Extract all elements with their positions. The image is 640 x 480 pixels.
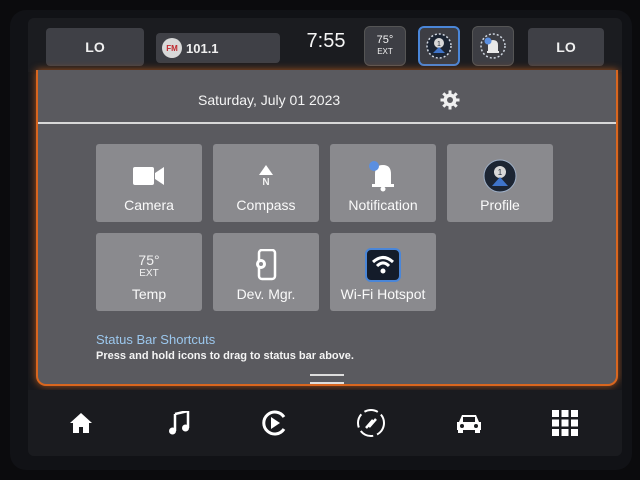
bell-icon (480, 33, 506, 59)
driver-temp-button[interactable]: LO (46, 28, 144, 66)
status-bar: LO FM 101.1 7:55 75° EXT 1 LO (28, 18, 622, 72)
sirius-icon (357, 409, 385, 437)
status-shortcut-notification[interactable] (472, 26, 514, 66)
svg-text:1: 1 (437, 41, 441, 48)
bottom-nav-bar (28, 390, 622, 456)
nav-apps[interactable] (548, 406, 582, 440)
status-bar-shortcuts-title: Status Bar Shortcuts (96, 332, 216, 347)
tile-label: Profile (480, 197, 520, 213)
nav-sirius[interactable] (354, 406, 388, 440)
tile-label: Dev. Mgr. (236, 286, 296, 302)
media-play-icon (262, 410, 286, 436)
status-shortcut-ext-temp[interactable]: 75° EXT (364, 26, 406, 66)
vehicle-icon (457, 415, 481, 433)
svg-text:1: 1 (498, 168, 503, 177)
tile-compass[interactable]: N Compass (213, 144, 319, 222)
controls-panel: Saturday, July 01 2023 Camera N Compass … (36, 70, 618, 386)
profile-icon: 1 (483, 159, 517, 193)
tile-camera[interactable]: Camera (96, 144, 202, 222)
tile-notification[interactable]: Notification (330, 144, 436, 222)
apps-grid-icon (552, 410, 578, 436)
compass-heading: N (262, 176, 270, 188)
nav-vehicle[interactable] (452, 406, 486, 440)
settings-gear-icon[interactable] (440, 90, 460, 110)
nav-home[interactable] (64, 406, 98, 440)
display-screen: LO FM 101.1 7:55 75° EXT 1 LO Saturday, … (28, 18, 622, 456)
tile-wifi-hotspot[interactable]: Wi-Fi Hotspot (330, 233, 436, 311)
bell-icon (369, 161, 394, 192)
radio-frequency: 101.1 (186, 40, 219, 56)
tile-label: Notification (348, 197, 418, 213)
tile-label: Compass (236, 197, 296, 213)
ext-temp-readout: 75° EXT (377, 35, 394, 57)
nav-music[interactable] (162, 406, 196, 440)
tile-device-manager[interactable]: Dev. Mgr. (213, 233, 319, 311)
panel-drag-handle[interactable] (310, 374, 344, 384)
passenger-temp-button[interactable]: LO (528, 28, 604, 66)
camera-icon (133, 167, 164, 185)
tile-temp[interactable]: 75° EXT Temp (96, 233, 202, 311)
tile-label: Wi-Fi Hotspot (340, 286, 426, 302)
ext-temp-label: EXT (377, 47, 393, 56)
compass-icon (259, 164, 273, 175)
music-icon (169, 411, 190, 435)
status-bar-shortcuts-hint: Press and hold icons to drag to status b… (96, 350, 354, 362)
home-icon (70, 413, 92, 433)
wifi-icon (365, 248, 401, 282)
nav-media[interactable] (257, 406, 291, 440)
panel-header: Saturday, July 01 2023 (38, 70, 616, 124)
radio-station-button[interactable]: FM 101.1 (156, 33, 280, 63)
tile-label: Temp (131, 286, 167, 302)
fm-badge-icon: FM (162, 38, 182, 58)
date-label: Saturday, July 01 2023 (198, 92, 341, 108)
temp-value: 75° (138, 251, 160, 268)
status-shortcut-profile[interactable]: 1 (418, 26, 460, 66)
temp-sub: EXT (139, 267, 159, 279)
tile-label: Camera (124, 197, 174, 213)
device-manager-icon (256, 249, 277, 281)
tile-profile[interactable]: 1 Profile (447, 144, 553, 222)
profile-icon: 1 (426, 33, 452, 59)
clock: 7:55 (306, 30, 346, 52)
ext-temp-value: 75° (376, 34, 394, 46)
